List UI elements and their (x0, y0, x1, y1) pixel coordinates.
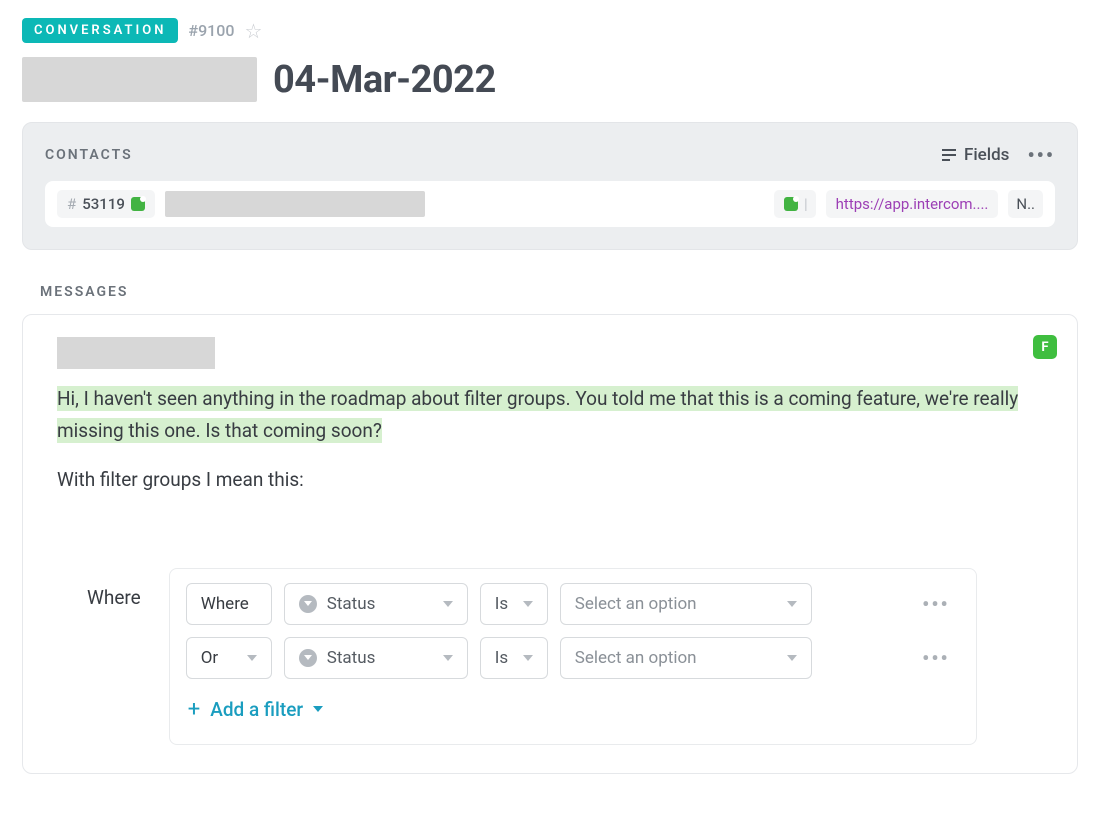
value-placeholder: Select an option (575, 594, 697, 614)
operator-label: Is (495, 648, 508, 668)
redacted-contact-name (165, 191, 425, 217)
conjunction-select[interactable]: Or (186, 637, 272, 679)
chevron-down-icon (787, 601, 797, 607)
contact-id-chip[interactable]: # 53119 (57, 190, 155, 218)
field-label: Status (327, 594, 376, 614)
filter-row: Where Status Is Select an option (186, 583, 960, 625)
conversation-date: 04-Mar-2022 (273, 58, 496, 102)
divider: | (804, 195, 808, 213)
contact-row[interactable]: # 53119 | https://app.intercom.... N.. (45, 181, 1055, 227)
conjunction-label: Or (201, 648, 218, 668)
contact-n-cell[interactable]: N.. (1008, 190, 1043, 218)
contact-status-cell[interactable]: | (774, 190, 816, 218)
messages-panel: F Hi, I haven't seen anything in the roa… (22, 314, 1078, 774)
field-select[interactable]: Status (284, 583, 468, 625)
add-filter-button[interactable]: + Add a filter (186, 691, 960, 728)
contacts-panel: CONTACTS Fields ••• # 53119 | (22, 122, 1078, 250)
operator-label: Is (495, 594, 508, 614)
fields-label: Fields (964, 145, 1009, 165)
filter-row-more-icon[interactable]: ••• (912, 646, 960, 670)
chevron-down-icon (523, 655, 533, 661)
messages-label: MESSAGES (40, 284, 1078, 300)
chevron-down-icon (443, 655, 453, 661)
chevron-down-icon (523, 601, 533, 607)
filter-row-more-icon[interactable]: ••• (912, 592, 960, 616)
status-icon (131, 197, 145, 211)
field-label: Status (327, 648, 376, 668)
redacted-author (57, 337, 215, 369)
star-icon[interactable]: ☆ (244, 19, 262, 43)
operator-select[interactable]: Is (480, 637, 548, 679)
plus-icon: + (188, 697, 200, 722)
contacts-more-icon[interactable]: ••• (1027, 143, 1055, 167)
contact-id: 53119 (82, 195, 125, 213)
dropdown-circle-icon (299, 649, 317, 667)
f-badge[interactable]: F (1033, 335, 1057, 359)
conversation-number: #9100 (188, 21, 234, 40)
chevron-down-icon (443, 601, 453, 607)
conjunction-label: Where (201, 594, 249, 614)
chevron-down-icon (247, 655, 257, 661)
value-placeholder: Select an option (575, 648, 697, 668)
field-select[interactable]: Status (284, 637, 468, 679)
conversation-badge: CONVERSATION (22, 18, 178, 43)
contact-link[interactable]: https://app.intercom.... (826, 190, 999, 218)
message-body-line2: With filter groups I mean this: (57, 464, 1049, 496)
dropdown-circle-icon (299, 595, 317, 613)
conjunction-select[interactable]: Where (186, 583, 272, 625)
chevron-down-icon (787, 655, 797, 661)
operator-select[interactable]: Is (480, 583, 548, 625)
contacts-label: CONTACTS (45, 147, 133, 163)
fields-icon (942, 149, 956, 161)
status-icon (784, 197, 798, 211)
where-label: Where (87, 568, 141, 609)
add-filter-label: Add a filter (210, 698, 303, 721)
value-select[interactable]: Select an option (560, 583, 812, 625)
fields-button[interactable]: Fields (942, 145, 1009, 165)
value-select[interactable]: Select an option (560, 637, 812, 679)
redacted-title (22, 57, 257, 102)
message-body-highlight: Hi, I haven't seen anything in the roadm… (57, 383, 1049, 448)
chevron-down-icon (313, 706, 323, 712)
filter-group: Where Status Is Select an option (169, 568, 977, 745)
hash-icon: # (67, 195, 76, 213)
filter-row: Or Status Is Select an option (186, 637, 960, 679)
